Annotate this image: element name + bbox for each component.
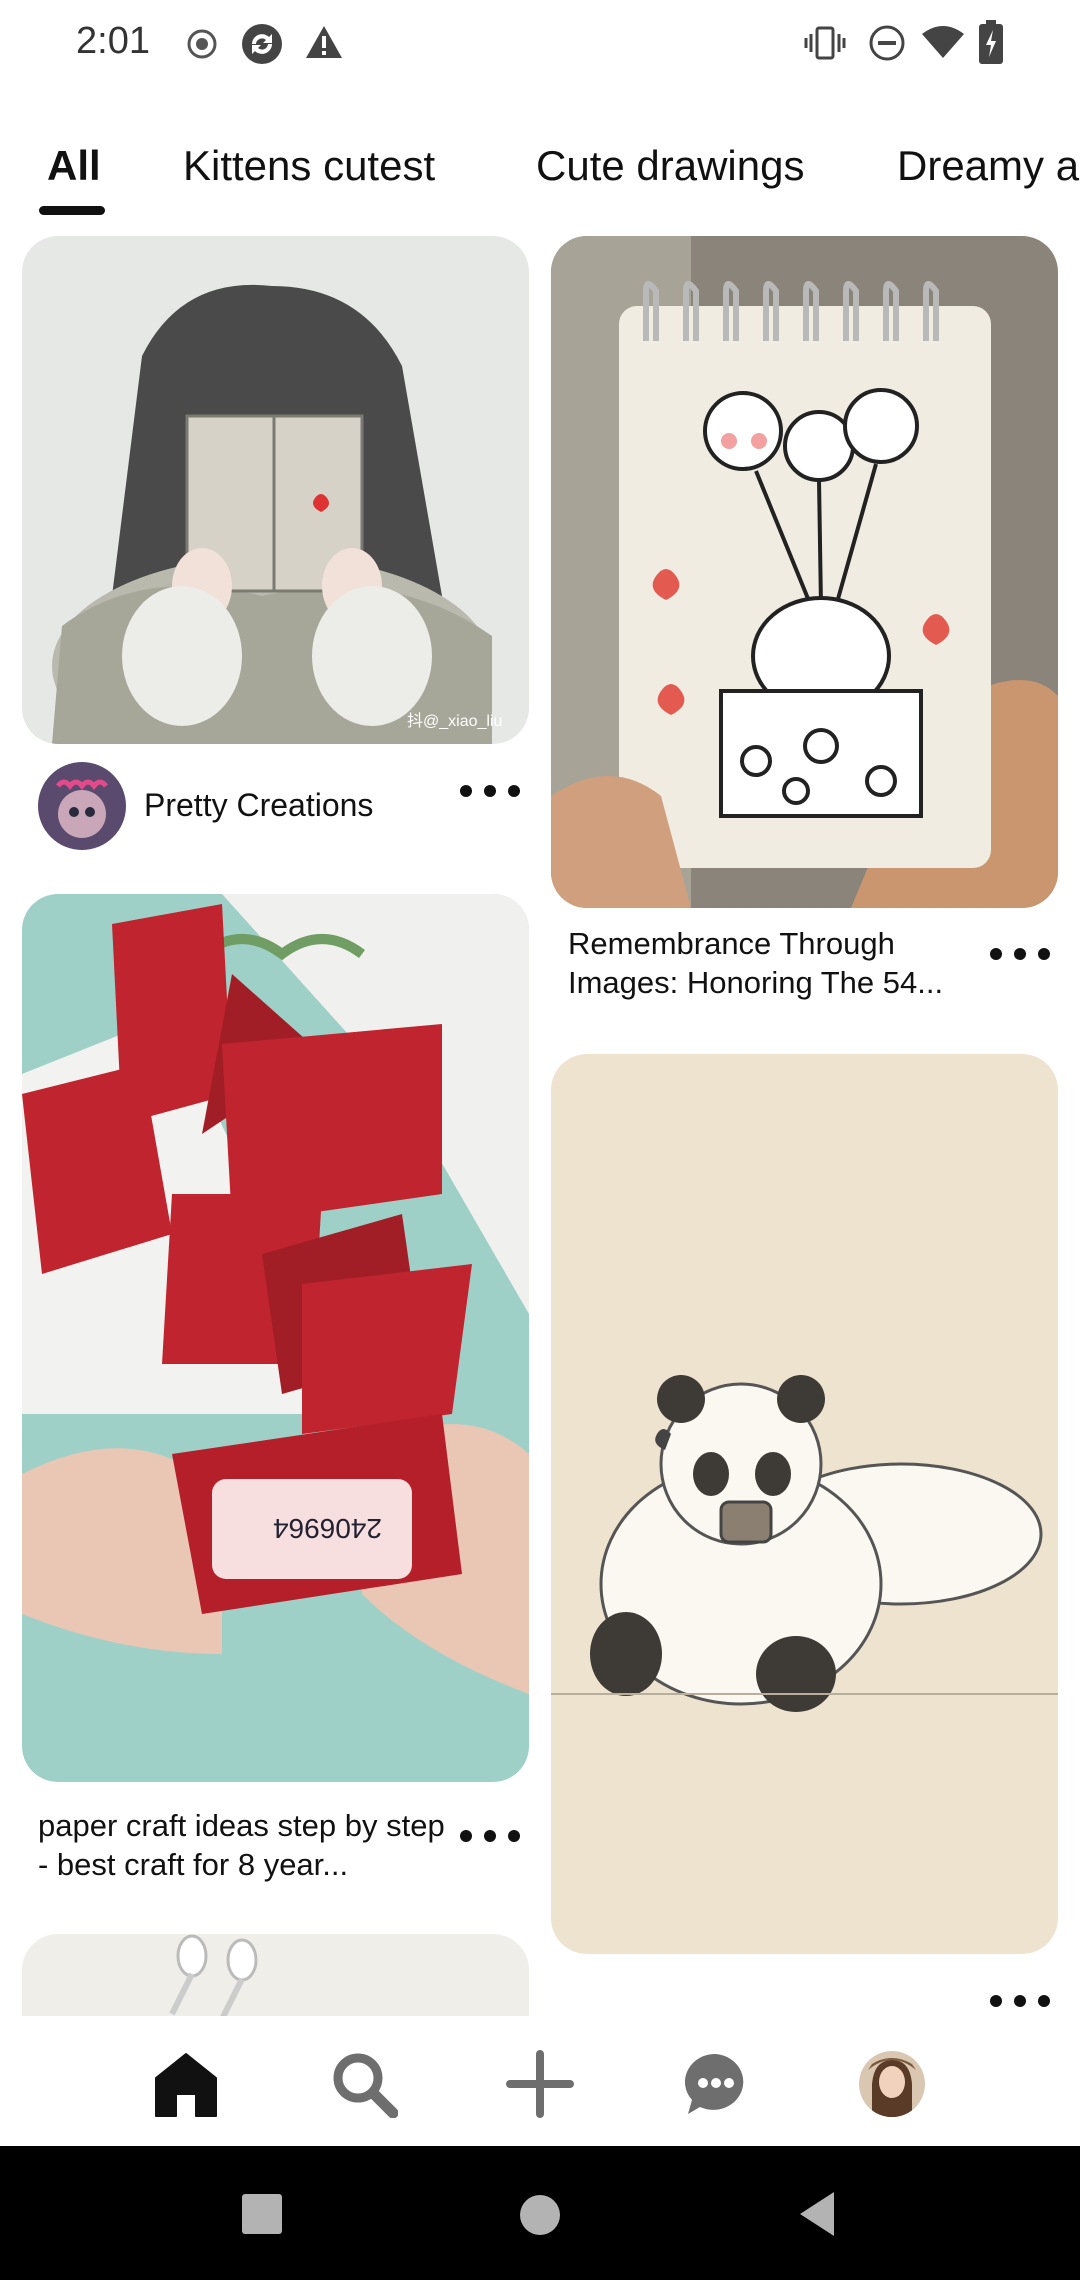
pin-title-remembrance[interactable]: Remembrance Through Images: Honoring The… <box>568 924 988 1002</box>
tab-cute-drawings[interactable]: Cute drawings <box>536 142 804 190</box>
search-icon <box>333 2053 398 2118</box>
sync-icon <box>242 24 282 64</box>
tab-kittens-cutest[interactable]: Kittens cutest <box>183 142 435 190</box>
wifi-icon <box>922 26 964 58</box>
status-bar: 2:01 <box>0 0 1080 88</box>
pin-image-earbuds[interactable] <box>22 1934 529 2016</box>
nav-create[interactable] <box>502 2046 578 2122</box>
board-tabs: All Kittens cutest Cute drawings Dreamy … <box>0 130 1080 220</box>
pin-feed[interactable]: 抖@_xiao_liu Pretty Creations Remembrance… <box>0 236 1080 2016</box>
pin-image-girl-reading[interactable]: 抖@_xiao_liu <box>22 236 529 744</box>
recents-icon[interactable] <box>242 2194 282 2234</box>
home-icon <box>155 2053 217 2117</box>
pin-image-paper-craft[interactable]: 2406964 <box>22 894 529 1782</box>
vibrate-icon <box>804 26 846 60</box>
system-navigation-bar <box>0 2146 1080 2280</box>
chat-icon <box>684 2053 744 2114</box>
record-icon <box>187 29 217 59</box>
tab-all[interactable]: All <box>47 142 101 190</box>
creator-avatar[interactable] <box>38 762 126 850</box>
more-options-button[interactable] <box>460 1821 520 1851</box>
back-icon[interactable] <box>796 2190 836 2238</box>
watermark: 抖@_xiao_liu <box>407 712 502 730</box>
nav-messages[interactable] <box>678 2046 754 2122</box>
active-tab-indicator <box>39 206 105 215</box>
creator-name[interactable]: Pretty Creations <box>144 786 373 825</box>
tab-dreamy[interactable]: Dreamy a <box>897 142 1079 190</box>
profile-avatar <box>859 2051 925 2117</box>
bottom-navigation <box>0 2016 1080 2146</box>
dnd-icon <box>869 25 905 61</box>
svg-text:2406964: 2406964 <box>273 1513 382 1544</box>
plus-icon <box>506 2050 574 2118</box>
warning-icon <box>306 26 342 58</box>
nav-profile[interactable] <box>854 2046 930 2122</box>
more-options-button[interactable] <box>460 776 520 806</box>
nav-search[interactable] <box>326 2046 402 2122</box>
home-circle-icon[interactable] <box>519 2194 561 2236</box>
battery-icon <box>979 20 1003 64</box>
pin-title-paper-craft[interactable]: paper craft ideas step by step - best cr… <box>38 1806 458 1884</box>
nav-home[interactable] <box>148 2046 224 2122</box>
pin-image-bear-notebook[interactable] <box>551 236 1058 908</box>
more-options-button[interactable] <box>990 939 1050 969</box>
pin-image-panda[interactable] <box>551 1054 1058 1954</box>
status-time: 2:01 <box>76 20 150 62</box>
more-options-button[interactable] <box>990 1986 1050 2016</box>
